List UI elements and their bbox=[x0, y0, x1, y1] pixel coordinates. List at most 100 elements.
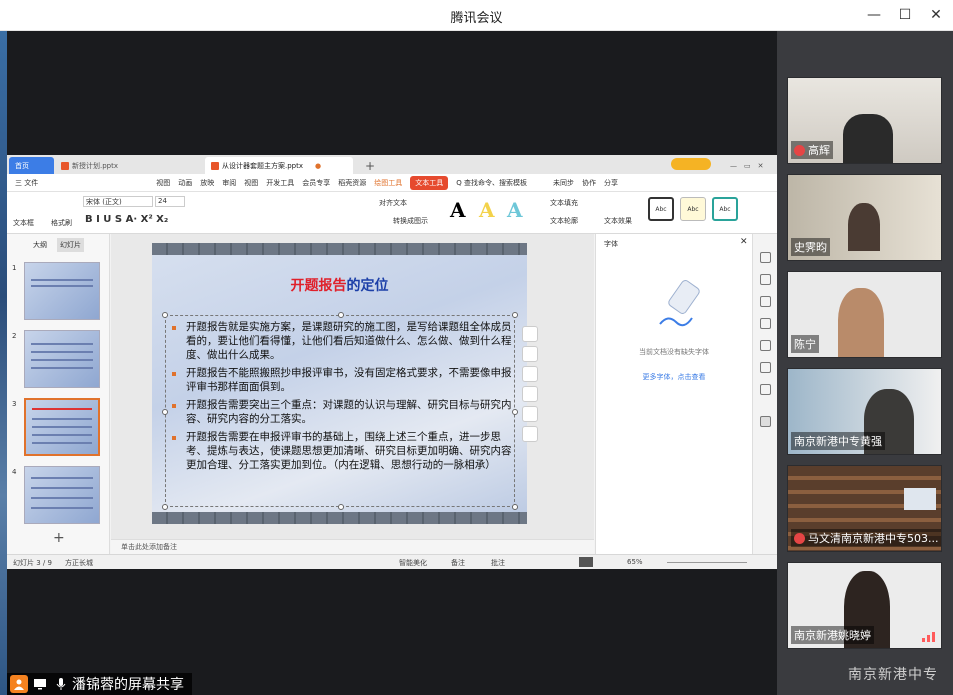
participant-tile-2[interactable]: 史霁昀 bbox=[787, 174, 942, 261]
screen-share-icon bbox=[31, 675, 49, 693]
text-icon[interactable] bbox=[760, 416, 771, 427]
play-button[interactable] bbox=[579, 557, 593, 567]
menu-item-drawing[interactable]: 绘图工具 bbox=[374, 178, 402, 188]
align-text-button[interactable]: 对齐文本 bbox=[379, 198, 407, 208]
slide-thumb-2[interactable] bbox=[24, 330, 100, 388]
slide-title[interactable]: 开题报告的定位 bbox=[152, 275, 527, 295]
tab-outline[interactable]: 大纲 bbox=[33, 240, 47, 250]
close-icon[interactable]: ✕ bbox=[740, 237, 748, 247]
thumb-number: 1 bbox=[12, 264, 17, 272]
close-icon[interactable]: ✕ bbox=[924, 4, 948, 26]
menu-item-member[interactable]: 会员专享 bbox=[302, 178, 330, 188]
text-outline-button[interactable]: 文本轮廓 bbox=[550, 216, 578, 226]
menu-item-view[interactable]: 视图 bbox=[156, 178, 170, 188]
maximize-icon[interactable]: ☐ bbox=[893, 4, 917, 26]
textbox-button[interactable]: 文本框 bbox=[13, 218, 34, 228]
slide-thumb-4[interactable] bbox=[24, 466, 100, 524]
menu-item-daoke[interactable]: 稻壳资源 bbox=[338, 178, 366, 188]
tab-doc-1[interactable]: 新授计划.pptx bbox=[55, 157, 190, 174]
add-slide-button[interactable]: + bbox=[53, 530, 65, 546]
smart-beautify-button[interactable]: 智能美化 bbox=[399, 558, 427, 568]
slide-title-blue: 的定位 bbox=[346, 278, 389, 294]
text-fill-button[interactable]: 文本填充 bbox=[550, 198, 578, 208]
participant-tile-1[interactable]: 高辉 bbox=[787, 77, 942, 164]
text-style-black-icon[interactable]: A bbox=[450, 198, 466, 222]
more-icon[interactable] bbox=[522, 426, 538, 442]
pen-icon[interactable] bbox=[522, 346, 538, 362]
tab-home[interactable]: 首页 bbox=[9, 157, 54, 174]
crop-icon[interactable] bbox=[522, 386, 538, 402]
resize-handle[interactable] bbox=[338, 504, 344, 510]
shape-style-1[interactable]: Abc bbox=[648, 197, 674, 221]
text-style-yellow-icon[interactable]: A bbox=[479, 198, 495, 222]
presenter-name: 潘锦蓉的屏幕共享 bbox=[72, 677, 184, 693]
menu-item-dev[interactable]: 开发工具 bbox=[266, 178, 294, 188]
slide-thumb-1[interactable] bbox=[24, 262, 100, 320]
task-icon[interactable] bbox=[760, 340, 771, 351]
participant-tile-5[interactable]: 马文清南京新港中专503... bbox=[787, 465, 942, 552]
new-tab-button[interactable]: + bbox=[359, 157, 381, 174]
collab-button[interactable]: 协作 bbox=[582, 178, 596, 188]
title-bar: 腾讯会议 — ☐ ✕ bbox=[0, 0, 953, 31]
comment-button[interactable]: 批注 bbox=[491, 558, 505, 568]
participant-name: 南京新港姚晓婷 bbox=[791, 626, 874, 644]
participant-name-text: 南京新港中专黄强 bbox=[794, 435, 882, 448]
notes-area[interactable]: 单击此处添加备注 bbox=[111, 539, 594, 554]
task-icon[interactable] bbox=[760, 318, 771, 329]
menu-item-file[interactable]: 三 文件 bbox=[15, 178, 38, 188]
participant-tile-4[interactable]: 南京新港中专黄强 bbox=[787, 368, 942, 455]
menu-item-review[interactable]: 审阅 bbox=[222, 178, 236, 188]
text-effect-button[interactable]: 文本效果 bbox=[604, 216, 632, 226]
layer-icon[interactable] bbox=[522, 326, 538, 342]
resize-handle[interactable] bbox=[512, 504, 518, 510]
participant-tile-3[interactable]: 陈宁 bbox=[787, 271, 942, 358]
effect-icon[interactable] bbox=[522, 406, 538, 422]
slide-thumbnail-pane: 大纲 幻灯片 1 2 3 4 + bbox=[7, 234, 110, 554]
text-style-teal-icon[interactable]: A bbox=[507, 198, 523, 222]
resize-handle[interactable] bbox=[162, 312, 168, 318]
task-icon[interactable] bbox=[760, 252, 771, 263]
shape-style-3[interactable]: Abc bbox=[712, 197, 738, 221]
fill-icon[interactable] bbox=[522, 366, 538, 382]
ppt-icon bbox=[211, 161, 219, 170]
sync-status[interactable]: 未同步 bbox=[553, 178, 574, 188]
search-command[interactable]: Q 查找命令、搜索模板 bbox=[456, 178, 527, 188]
menu-item-text-tool[interactable]: 文本工具 bbox=[410, 175, 449, 190]
menu-bar: 三 文件 视图 动画 放映 审阅 视图 开发工具 会员专享 稻壳资源 绘图工具 … bbox=[7, 174, 777, 192]
task-icon[interactable] bbox=[760, 296, 771, 307]
mic-muted-icon bbox=[794, 532, 805, 544]
tab-slides[interactable]: 幻灯片 bbox=[57, 238, 84, 252]
slide-thumb-3[interactable] bbox=[24, 398, 100, 456]
tencent-meeting-window: 腾讯会议 — ☐ ✕ 首页 新授计划.pptx 从设计器套题主方案.pptx ● … bbox=[0, 0, 953, 695]
thumb-line bbox=[31, 359, 93, 361]
task-icon[interactable] bbox=[760, 362, 771, 373]
slide-textbox[interactable]: 开题报告就是实施方案，是课题研究的施工图，是写给课题组全体成员看的，要让他们看得… bbox=[162, 312, 518, 510]
font-pane-link[interactable]: 更多字体，点击查看 bbox=[596, 372, 752, 382]
font-size-select[interactable]: 24 bbox=[155, 196, 185, 207]
resize-handle[interactable] bbox=[512, 409, 518, 415]
window-controls[interactable]: — ▭ ✕ bbox=[724, 157, 769, 174]
bold-italic-icons[interactable]: B I U S A· X² X₂ bbox=[85, 214, 168, 225]
participant-tile-6[interactable]: 南京新港姚晓婷 bbox=[787, 562, 942, 649]
task-icon[interactable] bbox=[760, 274, 771, 285]
menu-item-slideshow[interactable]: 放映 bbox=[200, 178, 214, 188]
thumb-line bbox=[31, 285, 93, 287]
format-painter-button[interactable]: 格式刷 bbox=[51, 218, 72, 228]
minimize-icon[interactable]: — bbox=[862, 4, 886, 26]
notes-button[interactable]: 备注 bbox=[451, 558, 465, 568]
convert-diagram-button[interactable]: 转换成图示 bbox=[393, 216, 428, 226]
resize-handle[interactable] bbox=[512, 312, 518, 318]
task-icon[interactable] bbox=[760, 384, 771, 395]
vip-badge[interactable] bbox=[671, 158, 711, 170]
slide-title-red: 开题报告 bbox=[290, 278, 347, 294]
resize-handle[interactable] bbox=[338, 312, 344, 318]
menu-item-view2[interactable]: 视图 bbox=[244, 178, 258, 188]
shape-style-2[interactable]: Abc bbox=[680, 197, 706, 221]
tab-doc-2[interactable]: 从设计器套题主方案.pptx ● bbox=[205, 157, 353, 174]
share-button[interactable]: 分享 bbox=[604, 178, 618, 188]
resize-handle[interactable] bbox=[162, 409, 168, 415]
menu-item-animation[interactable]: 动画 bbox=[178, 178, 192, 188]
resize-handle[interactable] bbox=[162, 504, 168, 510]
font-name-select[interactable]: 宋体 (正文) bbox=[83, 196, 153, 207]
zoom-slider[interactable] bbox=[667, 562, 747, 563]
